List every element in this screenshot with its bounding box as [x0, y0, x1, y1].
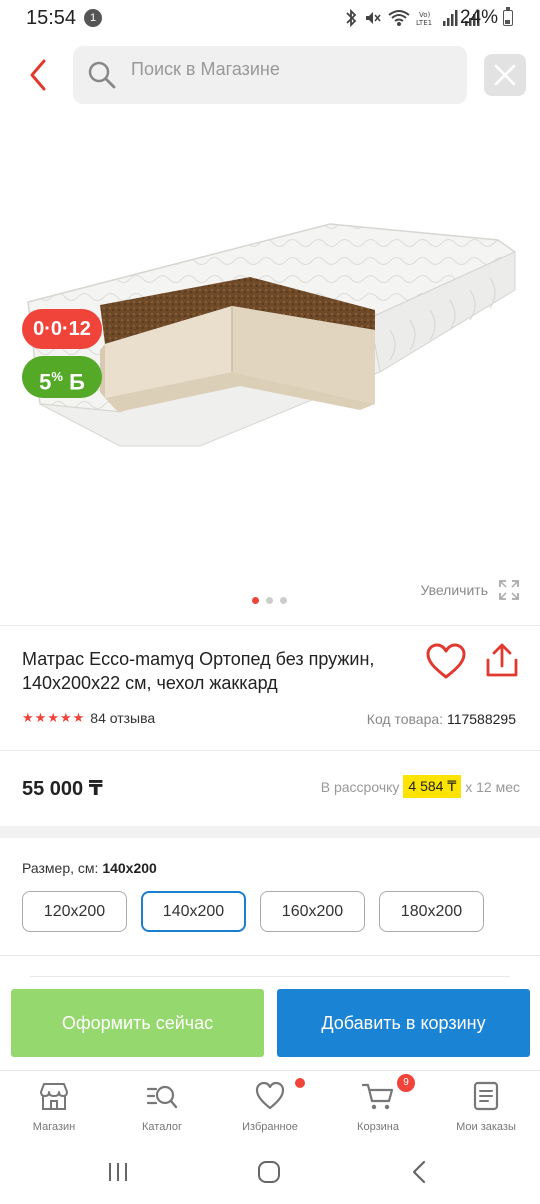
bottom-nav: Магазин Каталог Избранное Корзина Мои за…: [0, 1070, 540, 1140]
orders-icon: [473, 1081, 499, 1111]
size-label: Размер, см: 140х200: [22, 860, 157, 876]
nav-item-store[interactable]: Магазин: [0, 1071, 108, 1141]
carousel-dot[interactable]: [280, 597, 287, 604]
volte-icon: Vo)LTE1: [416, 11, 432, 27]
nav-label: Магазин: [32, 1121, 76, 1133]
search-box[interactable]: [73, 46, 467, 104]
add-to-cart-button[interactable]: Добавить в корзину: [277, 989, 530, 1057]
price: 55 000 ₸: [22, 778, 103, 800]
star-icon: ★: [47, 710, 59, 725]
zoom-link[interactable]: Увеличить: [420, 578, 520, 602]
product-title: Матрас Ecco-mamyq Ортопед без пружин, 14…: [22, 649, 375, 693]
size-label-text: Размер, см:: [22, 860, 99, 876]
wifi-icon: [388, 10, 410, 26]
favorite-button[interactable]: [425, 643, 467, 681]
chevron-left-icon: [30, 59, 46, 91]
svg-text:LTE1: LTE1: [416, 19, 432, 27]
home-icon[interactable]: [257, 1160, 281, 1184]
search-icon: [88, 61, 116, 89]
installment-badge: 0·0·12: [22, 309, 102, 349]
mute-icon: [366, 12, 381, 24]
nav-item-favorites[interactable]: Избранное: [216, 1071, 324, 1141]
installment-suffix: х 12 мес: [465, 778, 520, 795]
bonus-symbol: Б: [69, 369, 85, 395]
bonus-value: 5: [39, 369, 52, 395]
cart-icon: [362, 1083, 394, 1110]
header: [0, 46, 540, 104]
reviews-count[interactable]: 84 отзыва: [90, 710, 155, 726]
installment-amount: 4 584 ₸: [403, 775, 462, 798]
status-time: 15:54: [26, 7, 77, 29]
divider: [30, 976, 510, 977]
bluetooth-icon: [346, 9, 357, 27]
expand-icon: [499, 580, 519, 600]
nav-label: Корзина: [357, 1121, 399, 1133]
nav-label: Избранное: [242, 1121, 298, 1133]
system-nav-bar: [0, 1140, 540, 1204]
cart-count-badge: 9: [397, 1074, 415, 1092]
rating-row[interactable]: ★ ★ ★ ★ ★ 84 отзыва: [22, 710, 155, 726]
nav-label: Каталог: [142, 1121, 182, 1133]
size-option-selected[interactable]: 140х200: [141, 891, 246, 932]
size-option[interactable]: 180х200: [379, 891, 484, 932]
divider: [0, 750, 540, 751]
nav-item-cart[interactable]: Корзина: [324, 1071, 432, 1141]
carousel-dots[interactable]: [252, 597, 287, 604]
bonus-unit: %: [51, 369, 63, 384]
rating-stars: ★ ★ ★ ★ ★: [22, 711, 84, 725]
carousel-dot[interactable]: [266, 597, 273, 604]
star-icon: ★: [34, 710, 47, 725]
buy-now-button[interactable]: Оформить сейчас: [11, 989, 264, 1057]
heart-icon: [255, 1081, 285, 1110]
nav-item-catalog[interactable]: Каталог: [108, 1071, 216, 1141]
size-option[interactable]: 160х200: [260, 891, 365, 932]
section-separator: [0, 826, 540, 838]
bonus-badge: 5% Б: [22, 356, 102, 398]
heart-icon: [426, 643, 466, 679]
star-icon: ★: [72, 710, 85, 725]
installment-info[interactable]: В рассрочку 4 584 ₸ х 12 мес: [321, 775, 520, 798]
recent-apps-icon[interactable]: [106, 1160, 130, 1184]
star-icon: ★: [22, 710, 34, 725]
product-code: Код товара: 117588295: [367, 711, 516, 727]
installment-prefix: В рассрочку: [320, 778, 400, 795]
size-option[interactable]: 120х200: [22, 891, 127, 932]
notification-count-badge: 1: [84, 9, 102, 27]
carousel-dot[interactable]: [252, 597, 259, 604]
star-icon: ★: [59, 710, 72, 725]
divider: [0, 625, 540, 626]
close-button[interactable]: [484, 54, 526, 96]
favorites-indicator-dot: [295, 1078, 305, 1088]
search-input[interactable]: [131, 46, 451, 92]
close-icon: [494, 64, 516, 86]
store-icon: [40, 1083, 68, 1110]
nav-item-orders[interactable]: Мои заказы: [432, 1071, 540, 1141]
back-nav-icon[interactable]: [408, 1160, 432, 1184]
size-options: 120х200 140х200 160х200 180х200: [22, 891, 484, 932]
signal-icon-1: [443, 10, 458, 26]
catalog-search-icon: [146, 1085, 178, 1109]
status-bar: 15:54 1 Vo) LTE1 24%: [0, 0, 540, 36]
zoom-label: Увеличить: [420, 582, 488, 598]
share-icon: [486, 643, 518, 677]
nav-label: Мои заказы: [456, 1121, 516, 1133]
size-selected-value: 140х200: [102, 860, 157, 876]
battery-percent: 24%: [459, 7, 498, 28]
product-code-value: 117588295: [446, 711, 516, 727]
product-code-label: Код товара:: [366, 711, 444, 727]
svg-text:Vo): Vo): [419, 11, 431, 19]
share-button[interactable]: [484, 642, 520, 680]
battery-icon: [503, 7, 513, 26]
back-button[interactable]: [22, 56, 56, 94]
divider: [0, 955, 540, 956]
